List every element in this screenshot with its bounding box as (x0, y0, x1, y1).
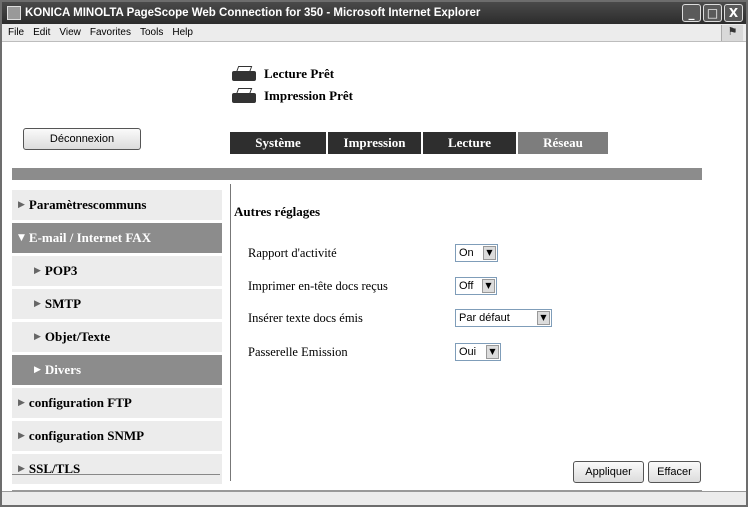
tab-impression[interactable]: Impression (328, 132, 423, 154)
select-value: On (459, 247, 474, 259)
sidebar: ▶ Paramètrescommuns ▼ E-mail / Internet … (12, 190, 222, 487)
scan-status-text: Lecture Prêt (264, 66, 335, 81)
chevron-down-icon: ▼ (483, 246, 496, 260)
sidebar-item-label: POP3 (44, 263, 78, 278)
menu-file[interactable]: File (8, 27, 24, 38)
tab-systeme[interactable]: Système (230, 132, 328, 154)
sidebar-item-label: SMTP (44, 296, 82, 311)
scanner-icon (230, 65, 258, 83)
minimize-button[interactable]: _ (682, 4, 701, 22)
triangle-right-icon: ▶ (18, 464, 25, 474)
menu-help[interactable]: Help (172, 27, 193, 38)
scan-status: Lecture Prêt (230, 65, 334, 83)
triangle-down-icon: ▼ (18, 233, 25, 243)
field-label-texte: Insérer texte docs émis (248, 311, 363, 325)
sidebar-item-email-internet-fax[interactable]: ▼ E-mail / Internet FAX (12, 223, 222, 253)
sidebar-item-ssl-tls[interactable]: ▶ SSL/TLS (12, 454, 222, 484)
sidebar-item-label: E-mail / Internet FAX (28, 230, 152, 245)
select-value: Off (459, 280, 474, 292)
triangle-right-icon: ▶ (34, 266, 41, 276)
close-button[interactable]: X (724, 4, 743, 22)
chevron-down-icon: ▼ (486, 345, 499, 359)
menu-tools[interactable]: Tools (140, 27, 163, 38)
select-value: Oui (459, 346, 477, 358)
sidebar-item-divers[interactable]: ▶ Divers (12, 355, 222, 385)
windows-logo-icon: ⚑ (721, 25, 743, 41)
rapport-activite-select[interactable]: On ▼ (455, 244, 498, 262)
tab-lecture[interactable]: Lecture (423, 132, 518, 154)
ie-icon (7, 6, 21, 20)
field-label-passerelle: Passerelle Emission (248, 345, 348, 359)
title-bar: KONICA MINOLTA PageScope Web Connection … (2, 2, 746, 24)
sidebar-item-smtp[interactable]: ▶ SMTP (12, 289, 222, 319)
main-tabs: Système Impression Lecture Réseau (230, 132, 608, 154)
triangle-right-icon: ▶ (34, 332, 41, 342)
menu-edit[interactable]: Edit (33, 27, 50, 38)
sidebar-item-label: configuration SNMP (28, 428, 145, 443)
browser-window: KONICA MINOLTA PageScope Web Connection … (0, 0, 748, 507)
texte-docs-emis-select[interactable]: Par défaut ▼ (455, 309, 552, 327)
chevron-down-icon: ▼ (537, 311, 550, 325)
vertical-divider (230, 184, 231, 481)
sidebar-item-configuration-ftp[interactable]: ▶ configuration FTP (12, 388, 222, 418)
window-controls: _ □ X (682, 4, 743, 22)
menu-view[interactable]: View (59, 27, 81, 38)
triangle-right-icon: ▶ (18, 398, 25, 408)
menu-bar: File Edit View Favorites Tools Help ⚑ (2, 24, 746, 42)
entete-docs-recus-select[interactable]: Off ▼ (455, 277, 497, 295)
passerelle-emission-select[interactable]: Oui ▼ (455, 343, 501, 361)
window-title: KONICA MINOLTA PageScope Web Connection … (25, 7, 481, 19)
sidebar-item-label: Paramètrescommuns (28, 197, 147, 212)
field-label-rapport: Rapport d'activité (248, 246, 337, 260)
triangle-right-icon: ▶ (34, 365, 41, 375)
field-label-entete: Imprimer en-tête docs reçus (248, 279, 388, 293)
tab-reseau[interactable]: Réseau (518, 132, 608, 154)
apply-button[interactable]: Appliquer (573, 461, 644, 483)
browser-status-bar (2, 491, 746, 505)
maximize-button[interactable]: □ (703, 4, 722, 22)
print-status-text: Impression Prêt (264, 88, 353, 103)
sidebar-item-parametres-communs[interactable]: ▶ Paramètrescommuns (12, 190, 222, 220)
sidebar-item-pop3[interactable]: ▶ POP3 (12, 256, 222, 286)
sidebar-bottom-divider (12, 474, 220, 475)
sidebar-item-objet-texte[interactable]: ▶ Objet/Texte (12, 322, 222, 352)
page-title: Autres réglages (234, 204, 321, 219)
header-divider (12, 168, 702, 180)
logout-button[interactable]: Déconnexion (23, 128, 141, 150)
triangle-right-icon: ▶ (34, 299, 41, 309)
sidebar-item-label: Objet/Texte (44, 329, 111, 344)
sidebar-item-label: Divers (44, 362, 82, 377)
sidebar-item-configuration-snmp[interactable]: ▶ configuration SNMP (12, 421, 222, 451)
triangle-right-icon: ▶ (18, 431, 25, 441)
page-content: Lecture Prêt Impression Prêt Déconnexion… (2, 43, 746, 505)
triangle-right-icon: ▶ (18, 200, 25, 210)
menu-favorites[interactable]: Favorites (90, 27, 131, 38)
clear-button[interactable]: Effacer (648, 461, 701, 483)
printer-icon (230, 87, 258, 105)
select-value: Par défaut (459, 312, 510, 324)
chevron-down-icon: ▼ (482, 279, 495, 293)
sidebar-item-label: configuration FTP (28, 395, 132, 410)
print-status: Impression Prêt (230, 87, 353, 105)
